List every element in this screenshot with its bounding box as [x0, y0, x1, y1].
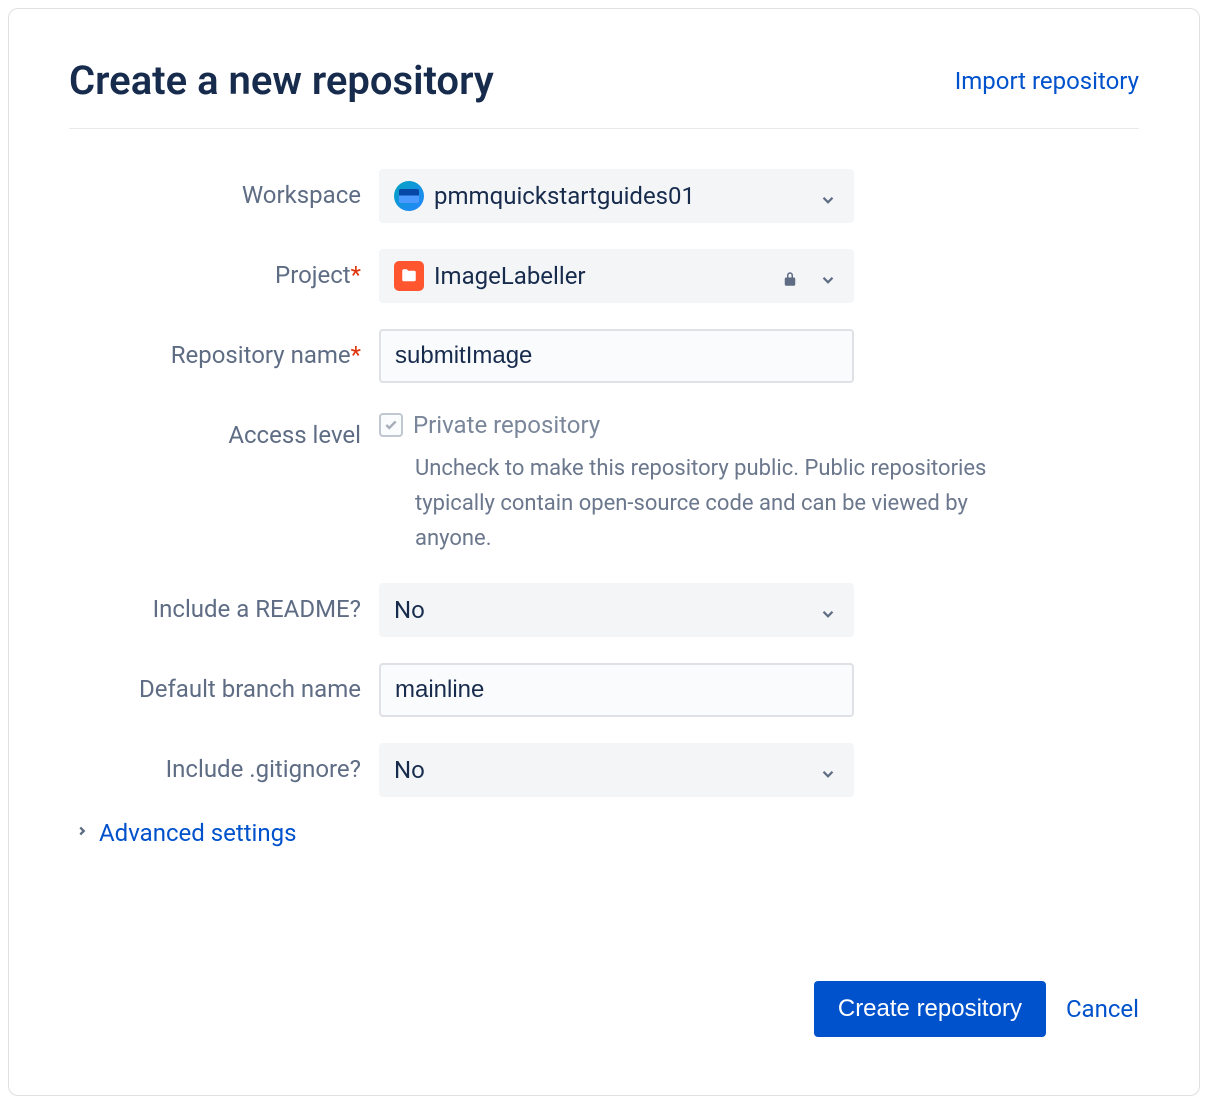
include-readme-label: Include a README?	[69, 583, 379, 627]
include-readme-row: Include a README? No	[69, 583, 1139, 637]
import-repository-link[interactable]: Import repository	[955, 67, 1139, 95]
advanced-settings-label: Advanced settings	[99, 819, 297, 847]
private-repository-checkbox[interactable]	[379, 413, 403, 437]
repository-name-row: Repository name*	[69, 329, 1139, 383]
repository-name-input[interactable]	[379, 329, 854, 383]
private-repository-label: Private repository	[413, 409, 600, 439]
project-folder-icon	[394, 261, 424, 291]
page-title: Create a new repository	[69, 57, 494, 104]
repository-name-label: Repository name*	[69, 329, 379, 373]
chevron-right-icon	[75, 823, 89, 842]
workspace-select[interactable]: pmmquickstartguides01	[379, 169, 854, 223]
access-level-label: Access level	[69, 409, 379, 453]
include-readme-select[interactable]: No	[379, 583, 854, 637]
default-branch-label: Default branch name	[69, 663, 379, 707]
lock-icon	[781, 267, 799, 285]
advanced-settings-toggle[interactable]: Advanced settings	[75, 819, 1139, 847]
include-gitignore-label: Include .gitignore?	[69, 743, 379, 787]
workspace-label: Workspace	[69, 169, 379, 213]
workspace-avatar-icon	[394, 181, 424, 211]
create-repository-button[interactable]: Create repository	[814, 981, 1046, 1037]
chevron-down-icon	[819, 187, 837, 205]
include-gitignore-select[interactable]: No	[379, 743, 854, 797]
include-gitignore-row: Include .gitignore? No	[69, 743, 1139, 797]
project-label: Project*	[69, 249, 379, 293]
action-buttons: Create repository Cancel	[814, 981, 1139, 1037]
access-level-help: Uncheck to make this repository public. …	[379, 451, 1039, 557]
cancel-link[interactable]: Cancel	[1066, 995, 1139, 1023]
include-gitignore-value: No	[394, 756, 425, 784]
workspace-value: pmmquickstartguides01	[434, 182, 695, 210]
create-repository-panel: Create a new repository Import repositor…	[8, 8, 1200, 1096]
chevron-down-icon	[819, 601, 837, 619]
chevron-down-icon	[819, 267, 837, 285]
panel-header: Create a new repository Import repositor…	[69, 57, 1139, 129]
access-level-row: Access level Private repository Uncheck …	[69, 409, 1139, 557]
include-readme-value: No	[394, 596, 425, 624]
project-select[interactable]: ImageLabeller	[379, 249, 854, 303]
chevron-down-icon	[819, 761, 837, 779]
workspace-row: Workspace pmmquickstartguides01	[69, 169, 1139, 223]
project-value: ImageLabeller	[434, 262, 586, 290]
default-branch-row: Default branch name	[69, 663, 1139, 717]
default-branch-input[interactable]	[379, 663, 854, 717]
project-row: Project* ImageLabeller	[69, 249, 1139, 303]
